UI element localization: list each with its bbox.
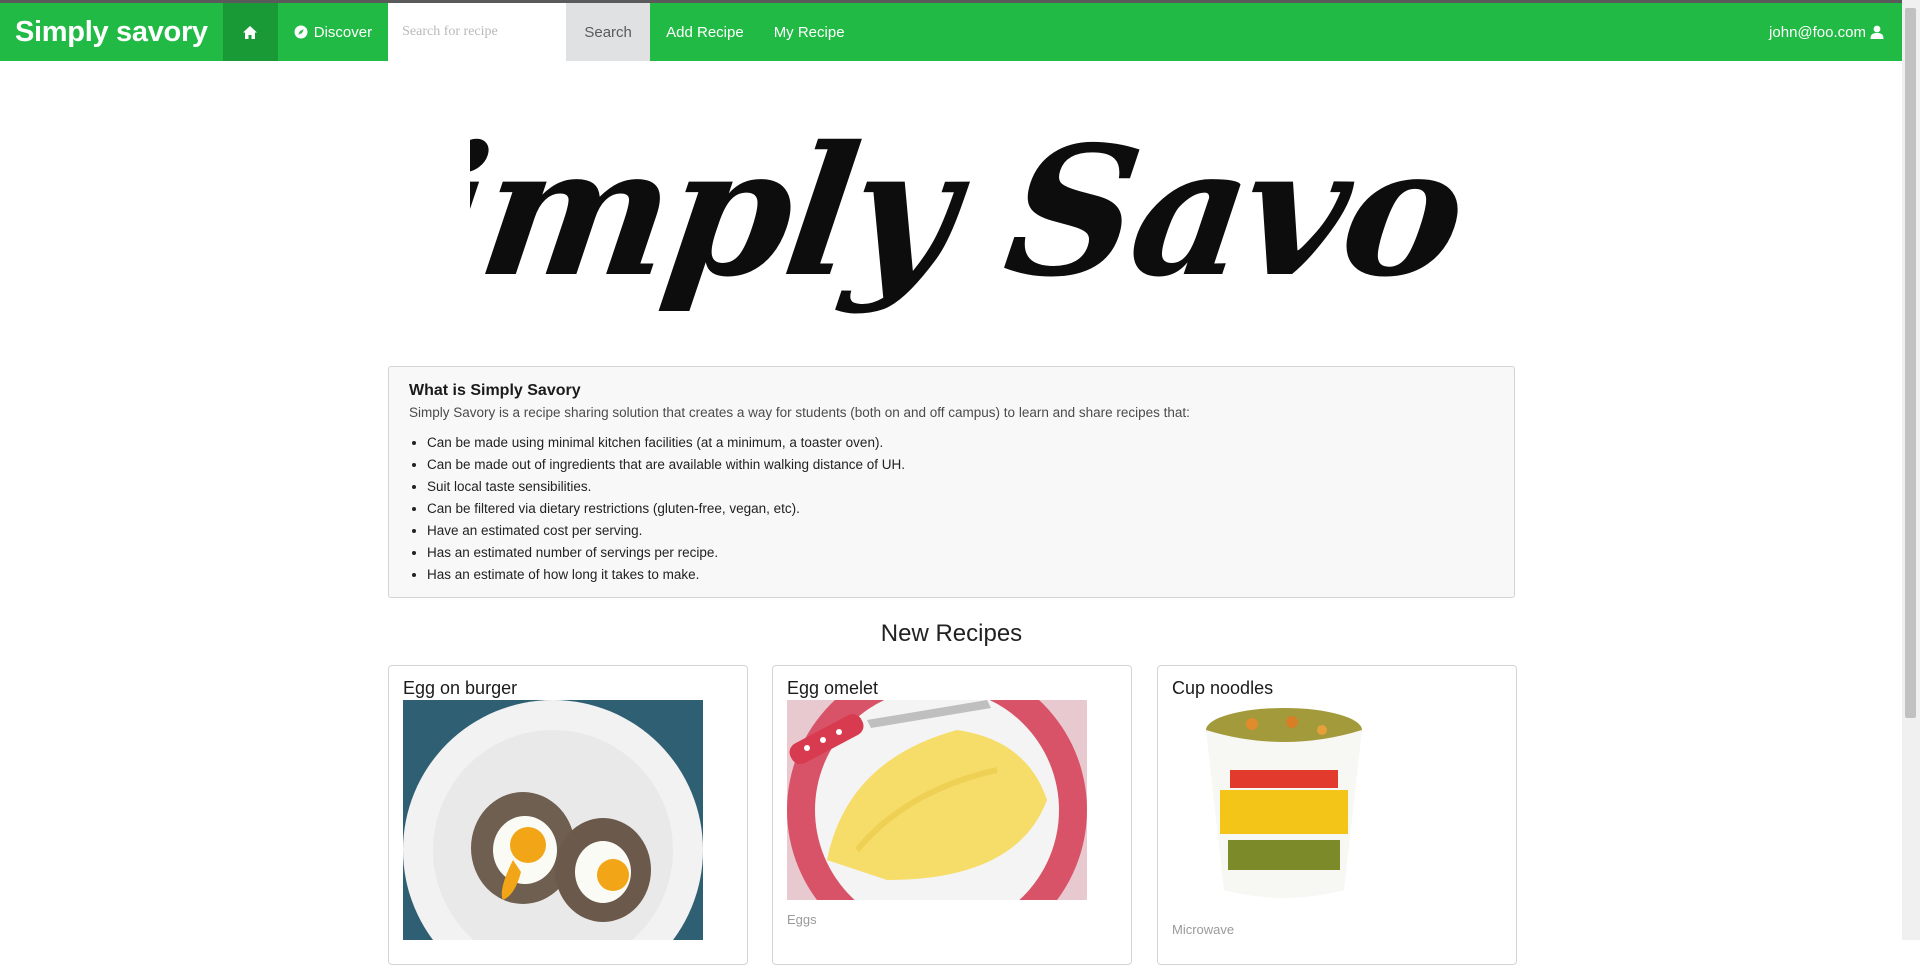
recipe-title[interactable]: Egg omelet: [787, 678, 1117, 698]
recipe-card-cup-noodles[interactable]: Cup noodles Microwave: [1157, 665, 1517, 965]
feature-item: Has an estimate of how long it takes to …: [427, 564, 1494, 586]
about-panel: What is Simply Savory Simply Savory is a…: [388, 366, 1515, 598]
feature-item: Can be made using minimal kitchen facili…: [427, 432, 1494, 454]
new-recipes-heading: New Recipes: [880, 620, 1023, 647]
top-navbar: Simply savory Discover Search Add Recipe…: [0, 3, 1902, 61]
my-recipe-link[interactable]: My Recipe: [760, 3, 861, 61]
feature-item: Has an estimated number of servings per …: [427, 542, 1494, 564]
user-menu[interactable]: john@foo.com: [1769, 3, 1902, 61]
recipe-card-egg-on-burger[interactable]: Egg on burger: [388, 665, 748, 965]
recipe-meta: Microwave: [1172, 922, 1235, 937]
feature-item: Can be made out of ingredients that are …: [427, 454, 1494, 476]
home-button[interactable]: [222, 3, 278, 61]
discover-link[interactable]: Discover: [278, 3, 388, 61]
feature-item: Suit local taste sensibilities.: [427, 476, 1494, 498]
discover-label: Discover: [313, 23, 373, 41]
recipe-image[interactable]: [787, 700, 1087, 900]
feature-list: Can be made using minimal kitchen facili…: [409, 432, 1494, 586]
feature-item: Can be filtered via dietary restrictions…: [427, 498, 1494, 520]
feature-item: Have an estimated cost per serving.: [427, 520, 1494, 542]
user-icon: [1870, 25, 1884, 39]
about-intro: Simply Savory is a recipe sharing soluti…: [409, 405, 1190, 420]
brand-logo[interactable]: Simply savory: [0, 3, 223, 61]
svg-text:Simply Savory: Simply Savory: [470, 108, 1460, 317]
hero-logo: Simply Savory: [281, 92, 1678, 342]
search-input[interactable]: [388, 3, 567, 61]
recipe-card-egg-omelet[interactable]: Egg omelet Eggs: [772, 665, 1132, 965]
search-button[interactable]: Search: [566, 3, 651, 61]
add-recipe-link[interactable]: Add Recipe: [650, 3, 760, 61]
search-group: Search: [388, 3, 651, 61]
user-email: john@foo.com: [1769, 23, 1866, 41]
recipe-image[interactable]: [403, 700, 703, 940]
recipe-meta: Eggs: [787, 912, 817, 927]
recipe-title[interactable]: Egg on burger: [403, 678, 733, 698]
recipe-title[interactable]: Cup noodles: [1172, 678, 1502, 698]
compass-icon: [294, 25, 308, 39]
home-icon: [243, 25, 258, 39]
about-heading: What is Simply Savory: [409, 382, 581, 399]
page-scrollbar-thumb[interactable]: [1905, 8, 1916, 718]
recipe-image[interactable]: [1172, 700, 1472, 910]
